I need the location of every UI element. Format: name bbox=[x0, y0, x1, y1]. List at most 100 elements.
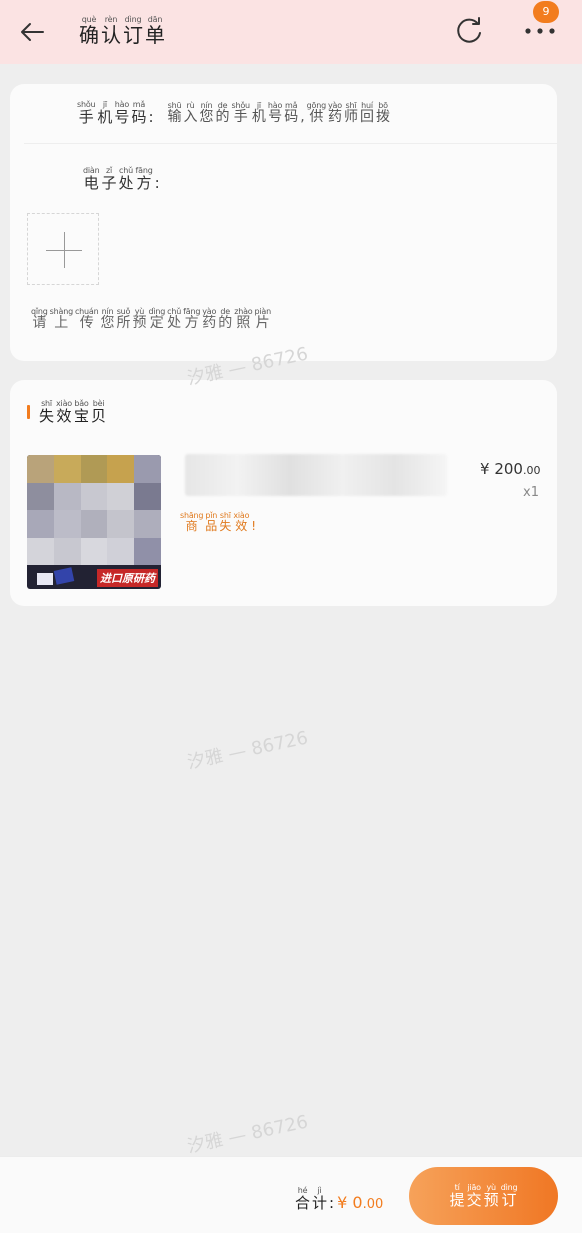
hanzi: 处 bbox=[118, 174, 134, 192]
total-decimal: .00 bbox=[362, 1196, 384, 1212]
hanzi: 失 bbox=[219, 519, 232, 533]
ruby-char: qǐng 请 bbox=[31, 307, 48, 331]
hanzi: 上 bbox=[54, 315, 69, 331]
ruby-char: jī 机 bbox=[97, 100, 112, 126]
hanzi: 机 bbox=[251, 109, 266, 126]
hanzi: 号 bbox=[268, 109, 283, 126]
hanzi: 码 bbox=[284, 109, 299, 126]
hanzi: 所 bbox=[116, 315, 131, 331]
product-image[interactable]: 进口原研药 bbox=[27, 455, 161, 589]
hanzi: 贝 bbox=[91, 407, 107, 425]
hanzi: 药 bbox=[202, 315, 217, 331]
hanzi: 提 bbox=[449, 1191, 465, 1210]
hanzi: 请 bbox=[32, 315, 47, 331]
ruby-char: bèi 贝 bbox=[91, 399, 106, 425]
hanzi: 子 bbox=[101, 174, 117, 192]
hanzi: 药 bbox=[327, 109, 342, 126]
ruby-char: : bbox=[148, 100, 153, 126]
total-integer: 0 bbox=[352, 1192, 363, 1212]
product-price: ¥ 200.00 bbox=[480, 460, 540, 478]
ruby-char: shàng 上 bbox=[50, 307, 73, 331]
hanzi: 的 bbox=[215, 109, 230, 126]
upload-hint: qǐng 请 shàng 上 chuán 传 nín 您 suǒ 所 yù 预 dìng 定 chǔ 处 fān… bbox=[30, 307, 272, 331]
ruby-char: : bbox=[329, 1186, 334, 1212]
submit-label: tí 提 jiāo 交 yù 预 dìng 订 bbox=[449, 1183, 519, 1209]
hanzi: 品 bbox=[205, 519, 218, 533]
hanzi: 认 bbox=[101, 23, 121, 47]
hanzi: 处 bbox=[167, 315, 182, 331]
hanzi: 订 bbox=[501, 1191, 517, 1210]
hanzi: 商 bbox=[185, 519, 198, 533]
ruby-char: dān 单 bbox=[145, 15, 165, 46]
ruby-char: diàn 电 bbox=[83, 166, 100, 192]
ruby-char: shǒu 手 bbox=[232, 101, 251, 125]
ruby-char: ! bbox=[251, 511, 256, 533]
ruby-char: : bbox=[155, 166, 160, 192]
section-accent-bar bbox=[27, 405, 30, 419]
ruby-char: rèn 认 bbox=[101, 15, 121, 46]
hanzi: 照 bbox=[236, 315, 251, 331]
ruby-char: què 确 bbox=[79, 15, 99, 46]
ruby-char: bǎo 宝 bbox=[74, 399, 89, 425]
hanzi: 输 bbox=[167, 109, 182, 126]
ruby-char: tí 提 bbox=[450, 1183, 465, 1209]
ruby-char: fāng 方 bbox=[136, 166, 153, 192]
ruby-char: hào 号 bbox=[268, 101, 282, 125]
ruby-char: bō 拨 bbox=[376, 101, 390, 125]
ruby-char: chǔ 处 bbox=[167, 307, 181, 331]
hanzi: 效 bbox=[235, 519, 248, 533]
ruby-char: jì 计 bbox=[312, 1186, 327, 1212]
phone-input[interactable]: shū 输 rù 入 nín 您 de 的 shǒu 手 jī 机 hào 号 mǎ 码 , gōng 供 yào 药… bbox=[167, 101, 391, 125]
ruby-char: de 的 bbox=[218, 307, 232, 331]
hanzi: 方 bbox=[136, 174, 152, 192]
hanzi: 预 bbox=[483, 1191, 499, 1210]
submit-reservation-button[interactable]: tí 提 jiāo 交 yù 预 dìng 订 bbox=[409, 1167, 558, 1225]
ruby-char: mǎ 码 bbox=[284, 101, 298, 125]
hanzi: 号 bbox=[114, 108, 130, 126]
hanzi: 师 bbox=[343, 109, 358, 126]
section-title: shī 失 xiào 效 bǎo 宝 bèi 贝 bbox=[38, 399, 107, 425]
ruby-char: nín 您 bbox=[100, 307, 114, 331]
divider bbox=[24, 143, 557, 144]
product-name-blurred bbox=[185, 454, 447, 496]
total-amount: ¥ 0.00 bbox=[337, 1193, 383, 1212]
refresh-button[interactable] bbox=[452, 14, 486, 48]
ruby-char: suǒ 所 bbox=[116, 307, 130, 331]
hanzi: 宝 bbox=[73, 407, 89, 425]
top-bar: què 确 rèn 认 dìng 订 dān 单 9 bbox=[0, 0, 582, 64]
ruby-char: shī 失 bbox=[39, 399, 54, 425]
hanzi: 片 bbox=[255, 315, 270, 331]
ruby-char: shī 失 bbox=[219, 511, 231, 533]
hanzi: 回 bbox=[359, 109, 374, 126]
ruby-char: xiào 效 bbox=[56, 399, 72, 425]
hanzi: 供 bbox=[309, 109, 324, 126]
prescription-label: diàn 电 zǐ 子 chǔ 处 fāng 方 : bbox=[82, 166, 161, 192]
ruby-char: yào 药 bbox=[202, 307, 216, 331]
ruby-char: hào 号 bbox=[114, 100, 129, 126]
hanzi: 的 bbox=[218, 315, 233, 331]
ruby-char: chǔ 处 bbox=[119, 166, 134, 192]
hanzi: : bbox=[329, 1194, 335, 1212]
price-currency: ¥ bbox=[480, 460, 490, 478]
back-button[interactable] bbox=[16, 16, 48, 48]
plus-icon-vertical bbox=[64, 232, 65, 268]
ruby-char: dìng 定 bbox=[148, 307, 165, 331]
product-box-thumb-2 bbox=[53, 567, 75, 585]
hanzi: , bbox=[300, 109, 305, 126]
ruby-char: pǐn 品 bbox=[205, 511, 217, 533]
ruby-char: jī 机 bbox=[252, 101, 266, 125]
refresh-icon bbox=[457, 17, 481, 43]
hanzi: 您 bbox=[199, 109, 214, 126]
watermark: 汐雅 — 86726 bbox=[185, 1111, 310, 1158]
hanzi: : bbox=[148, 108, 154, 126]
ruby-char: yào 药 bbox=[328, 101, 342, 125]
order-info-card: shǒu 手 jī 机 hào 号 mǎ 码 : shū 输 rù 入 nín 您 de 的 shǒu 手 jī 机… bbox=[10, 84, 557, 361]
upload-prescription-button[interactable] bbox=[27, 213, 99, 285]
ruby-char: shāng 商 bbox=[180, 511, 203, 533]
price-integer: 200 bbox=[494, 460, 523, 478]
ruby-char: fāng 方 bbox=[183, 307, 200, 331]
ruby-char: de 的 bbox=[216, 101, 230, 125]
ruby-char: xiào 效 bbox=[233, 511, 249, 533]
arrow-left-icon bbox=[21, 23, 44, 41]
hanzi: 失 bbox=[39, 407, 55, 425]
